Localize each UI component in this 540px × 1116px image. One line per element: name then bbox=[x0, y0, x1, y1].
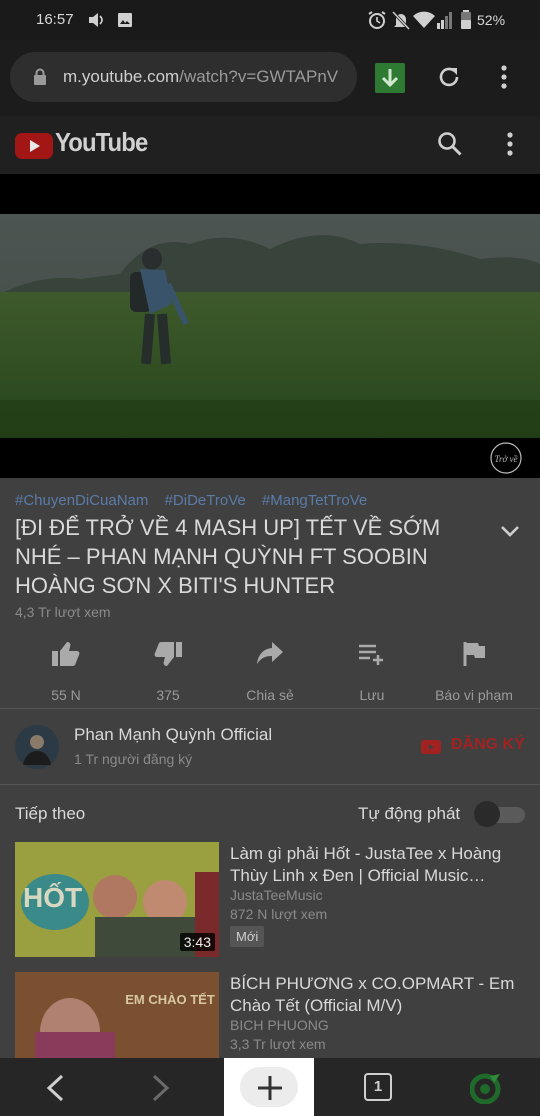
battery-icon bbox=[461, 10, 471, 29]
url-path: /watch?v=GWTAPnV bbox=[179, 67, 339, 86]
alarm-icon bbox=[368, 11, 386, 29]
forward-icon[interactable] bbox=[150, 1074, 172, 1102]
share-label: Chia sẻ bbox=[246, 687, 294, 703]
volume-icon bbox=[89, 13, 103, 27]
youtube-logo-text[interactable]: YouTube bbox=[55, 127, 148, 158]
recommendation-views: 3,3 Tr lượt xem bbox=[230, 1036, 326, 1052]
battery-percent: 52% bbox=[477, 12, 506, 28]
status-time: 16:57 bbox=[36, 11, 74, 28]
browser-menu-icon[interactable] bbox=[500, 65, 508, 89]
thumbs-up-icon bbox=[52, 642, 80, 666]
subscriber-count: 1 Tr người đăng ký bbox=[74, 751, 193, 767]
tab-count: 1 bbox=[373, 1078, 383, 1095]
dislike-count: 375 bbox=[156, 687, 180, 703]
browser-toolbar: m.youtube.com/watch?v=GWTAPnV bbox=[0, 40, 540, 116]
hashtag-link[interactable]: #MangTetTroVe bbox=[262, 492, 367, 509]
youtube-header: YouTube bbox=[0, 116, 540, 174]
save-label: Lưu bbox=[359, 687, 385, 703]
browser-logo-icon[interactable] bbox=[470, 1072, 502, 1104]
hashtags: #ChuyenDiCuaNam #DiDeTroVe #MangTetTroVe bbox=[15, 492, 379, 509]
flag-icon bbox=[463, 642, 485, 666]
back-icon[interactable] bbox=[44, 1074, 66, 1102]
recommendation-thumbnail[interactable]: HỐT 3:43 bbox=[15, 842, 219, 957]
up-next-label: Tiếp theo bbox=[15, 804, 86, 823]
divider bbox=[0, 708, 540, 709]
report-label: Báo vi phạm bbox=[435, 687, 513, 703]
recommendation-channel: JustaTeeMusic bbox=[230, 887, 323, 903]
tab-switcher-button[interactable]: 1 bbox=[364, 1073, 392, 1101]
add-to-playlist-icon bbox=[359, 644, 383, 665]
image-icon bbox=[118, 13, 132, 27]
subscribe-button[interactable]: ĐĂNG KÝ bbox=[451, 736, 525, 754]
thumbs-down-icon bbox=[154, 642, 182, 666]
url-text[interactable]: m.youtube.com/watch?v=GWTAPnV bbox=[63, 67, 355, 87]
divider bbox=[0, 784, 540, 785]
dislike-button[interactable]: 375 bbox=[122, 640, 214, 703]
signal-icon bbox=[437, 12, 452, 29]
download-icon[interactable] bbox=[375, 63, 405, 93]
hashtag-link[interactable]: #ChuyenDiCuaNam bbox=[15, 492, 148, 509]
thumbnail-text: HỐT bbox=[23, 882, 83, 913]
video-duration: 3:43 bbox=[179, 933, 215, 951]
save-button[interactable]: Lưu bbox=[326, 640, 418, 703]
recommendation-thumbnail[interactable]: EM CHÀO TẾT bbox=[15, 972, 219, 1060]
video-title: [ĐI ĐỂ TRỞ VỀ 4 MASH UP] TẾT VỀ SỚM NHÉ … bbox=[15, 515, 441, 598]
thumbnail-text: EM CHÀO TẾT bbox=[125, 992, 215, 1007]
hashtag-link[interactable]: #DiDeTroVe bbox=[165, 492, 246, 509]
recommendation-views: 872 N lượt xem bbox=[230, 906, 328, 922]
mute-bell-icon bbox=[392, 11, 410, 30]
recommendation-title[interactable]: BÍCH PHƯƠNG x CO.OPMART - Em Chào Tết (O… bbox=[230, 973, 520, 1017]
expand-description-icon[interactable] bbox=[500, 524, 520, 538]
lock-icon bbox=[34, 68, 46, 85]
recommendation-channel: BICH PHUONG bbox=[230, 1017, 329, 1033]
like-count: 55 N bbox=[51, 687, 81, 703]
video-frame: Trở về bbox=[0, 214, 540, 474]
share-icon bbox=[257, 642, 283, 664]
autoplay-toggle[interactable] bbox=[474, 801, 525, 827]
bottom-navigation: 1 bbox=[0, 1058, 540, 1116]
autoplay-label: Tự động phát bbox=[358, 804, 461, 823]
view-count: 4,3 Tr lượt xem bbox=[15, 604, 111, 620]
search-icon[interactable] bbox=[437, 131, 463, 157]
channel-avatar[interactable] bbox=[15, 725, 59, 769]
recommendation-title[interactable]: Làm gì phải Hốt - JustaTee x Hoàng Thùy … bbox=[230, 843, 520, 887]
video-player[interactable]: Trở về bbox=[0, 174, 540, 478]
new-badge: Mới bbox=[230, 926, 265, 947]
share-button[interactable]: Chia sẻ bbox=[224, 640, 316, 703]
wifi-icon bbox=[413, 11, 435, 28]
status-bar: 16:57 52% bbox=[0, 0, 540, 40]
youtube-logo-icon[interactable] bbox=[15, 133, 53, 159]
watermark-text: Trở về bbox=[494, 454, 518, 464]
address-bar[interactable]: m.youtube.com/watch?v=GWTAPnV bbox=[10, 52, 357, 102]
youtube-menu-icon[interactable] bbox=[506, 132, 514, 156]
reload-icon[interactable] bbox=[436, 64, 462, 90]
like-button[interactable]: 55 N bbox=[20, 640, 112, 703]
url-host: m.youtube.com bbox=[63, 67, 180, 86]
youtube-subscribe-icon bbox=[421, 740, 441, 754]
plus-icon bbox=[258, 1076, 282, 1100]
channel-name[interactable]: Phan Mạnh Quỳnh Official bbox=[74, 725, 272, 745]
report-button[interactable]: Báo vi phạm bbox=[428, 640, 520, 703]
